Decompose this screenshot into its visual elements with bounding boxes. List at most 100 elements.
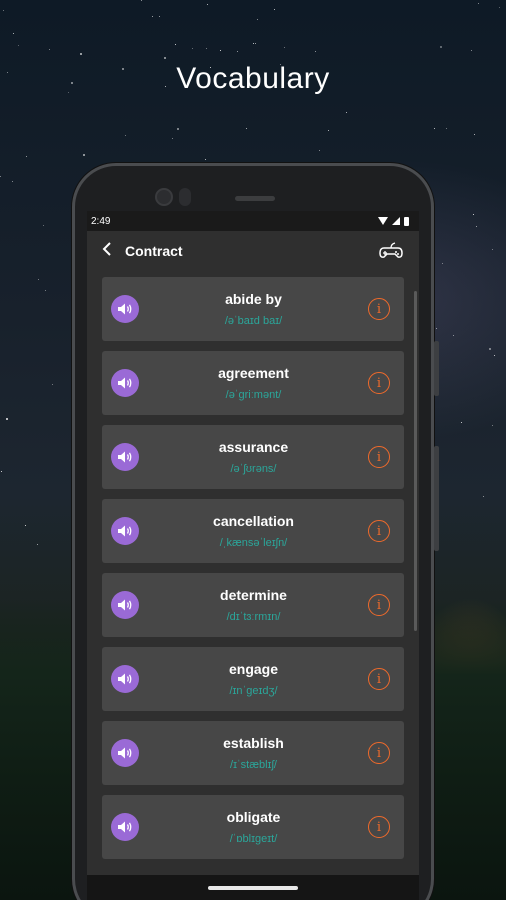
star [52, 384, 53, 385]
info-icon[interactable]: i [368, 668, 390, 690]
status-time: 2:49 [91, 215, 111, 227]
star [43, 225, 44, 226]
star [453, 335, 454, 336]
speaker-icon[interactable] [111, 369, 139, 397]
word-label: obligate [226, 809, 281, 825]
star [461, 422, 462, 423]
star [207, 4, 208, 5]
star [177, 128, 179, 130]
star [220, 50, 221, 51]
word-label: determine [220, 587, 287, 603]
info-icon[interactable]: i [368, 372, 390, 394]
star [483, 496, 484, 497]
word-card[interactable]: assurance /əˈʃʊrəns/ i [102, 425, 404, 489]
word-label: cancellation [213, 513, 294, 529]
word-card[interactable]: cancellation /ˌkænsəˈleɪʃn/ i [102, 499, 404, 563]
star [492, 425, 493, 426]
word-phonetic: /dɪˈtɜːrmɪn/ [226, 611, 281, 623]
star [12, 181, 13, 182]
word-text-group: cancellation /ˌkænsəˈleɪʃn/ [139, 513, 368, 549]
word-label: engage [228, 661, 278, 677]
word-phonetic: /əˈɡriːmənt/ [225, 389, 282, 401]
star [83, 154, 85, 156]
star [25, 525, 26, 526]
word-phonetic: /əˈbaɪd baɪ/ [224, 315, 283, 327]
star [436, 328, 437, 329]
star [253, 43, 254, 44]
gamepad-icon[interactable] [377, 240, 405, 262]
word-card[interactable]: obligate /ˈɒblɪɡeɪt/ i [102, 795, 404, 859]
battery-icon [404, 216, 409, 226]
speaker-icon[interactable] [111, 295, 139, 323]
star [6, 418, 8, 420]
phone-frame: 2:49 Contract abide by /əˈbaɪd baɪ/ i ag… [72, 163, 439, 900]
signal-icon [392, 217, 400, 225]
word-text-group: agreement /əˈɡriːmənt/ [139, 365, 368, 401]
star [172, 138, 173, 139]
star [474, 134, 475, 135]
star [446, 128, 447, 129]
star [315, 51, 316, 52]
speaker-icon[interactable] [111, 665, 139, 693]
star [473, 214, 474, 215]
page-title: Contract [125, 243, 183, 259]
word-card[interactable]: establish /ɪˈstæblɪʃ/ i [102, 721, 404, 785]
word-text-group: engage /ɪnˈɡeɪdʒ/ [139, 661, 368, 697]
star [0, 176, 1, 177]
app-bar: Contract [87, 231, 419, 271]
word-card[interactable]: agreement /əˈɡriːmənt/ i [102, 351, 404, 415]
word-text-group: assurance /əˈʃʊrəns/ [139, 439, 368, 475]
word-text-group: abide by /əˈbaɪd baɪ/ [139, 291, 368, 327]
word-phonetic: /ɪnˈɡeɪdʒ/ [229, 685, 278, 697]
star [13, 33, 14, 34]
nav-bar [87, 875, 419, 900]
volume-button [434, 341, 439, 396]
speaker-icon[interactable] [111, 591, 139, 619]
star [159, 16, 160, 17]
speaker-icon[interactable] [111, 517, 139, 545]
star [476, 226, 477, 227]
power-button [434, 446, 439, 551]
wifi-icon [378, 217, 388, 225]
speaker-icon[interactable] [111, 739, 139, 767]
speaker-icon[interactable] [111, 443, 139, 471]
scrollbar[interactable] [414, 291, 417, 631]
info-icon[interactable]: i [368, 742, 390, 764]
word-phonetic: /ˌkænsəˈleɪʃn/ [219, 537, 288, 549]
chevron-left-icon[interactable] [101, 241, 121, 262]
star [328, 130, 329, 131]
app-screen: 2:49 Contract abide by /əˈbaɪd baɪ/ i ag… [87, 211, 419, 900]
star [26, 156, 27, 157]
star [1, 471, 2, 472]
word-phonetic: /ˈɒblɪɡeɪt/ [229, 833, 278, 845]
star [494, 355, 495, 356]
star [237, 51, 238, 52]
star [18, 45, 19, 46]
star [346, 112, 347, 113]
word-card[interactable]: abide by /əˈbaɪd baɪ/ i [102, 277, 404, 341]
info-icon[interactable]: i [368, 816, 390, 838]
star [125, 135, 126, 136]
star [442, 263, 443, 264]
home-gesture-bar[interactable] [208, 886, 298, 890]
word-phonetic: /əˈʃʊrəns/ [230, 463, 277, 475]
earpiece-speaker [235, 196, 275, 201]
word-card[interactable]: determine /dɪˈtɜːrmɪn/ i [102, 573, 404, 637]
star [175, 44, 176, 45]
star [37, 544, 38, 545]
speaker-icon[interactable] [111, 813, 139, 841]
info-icon[interactable]: i [368, 594, 390, 616]
word-label: establish [223, 735, 284, 751]
star [274, 9, 275, 10]
star [440, 46, 442, 48]
star [434, 128, 435, 129]
star [471, 50, 472, 51]
info-icon[interactable]: i [368, 298, 390, 320]
star [255, 43, 256, 44]
star [49, 49, 50, 50]
info-icon[interactable]: i [368, 520, 390, 542]
word-label: assurance [218, 439, 289, 455]
word-card[interactable]: engage /ɪnˈɡeɪdʒ/ i [102, 647, 404, 711]
word-list: abide by /əˈbaɪd baɪ/ i agreement /əˈɡri… [87, 271, 419, 859]
info-icon[interactable]: i [368, 446, 390, 468]
